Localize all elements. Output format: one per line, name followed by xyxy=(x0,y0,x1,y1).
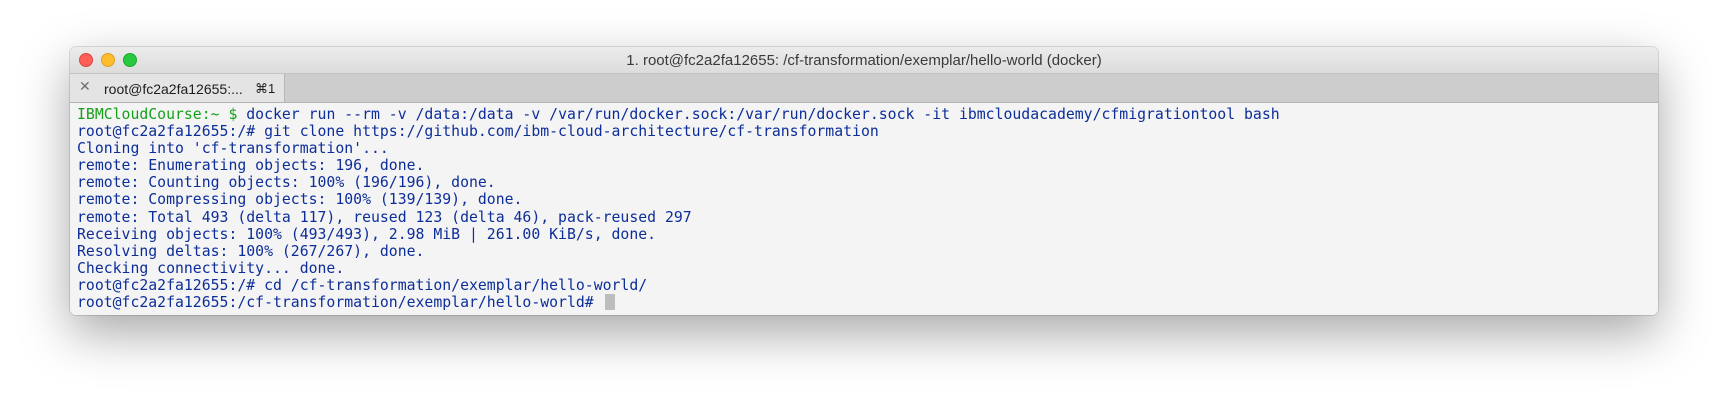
terminal-line: remote: Compressing objects: 100% (139/1… xyxy=(77,191,523,209)
tab-bar: ✕ root@fc2a2fa12655:... ⌘1 xyxy=(70,74,1658,103)
window-title: 1. root@fc2a2fa12655: /cf-transformation… xyxy=(626,52,1102,69)
terminal-line: root@fc2a2fa12655:/# cd /cf-transformati… xyxy=(77,276,648,294)
tab-label: root@fc2a2fa12655:... xyxy=(104,81,243,97)
terminal-line: root@fc2a2fa12655:/cf-transformation/exe… xyxy=(77,294,1651,311)
terminal-line: IBMCloudCourse:~ $ docker run --rm -v /d… xyxy=(77,106,1651,123)
title-bar[interactable]: 1. root@fc2a2fa12655: /cf-transformation… xyxy=(70,47,1658,74)
terminal-window: 1. root@fc2a2fa12655: /cf-transformation… xyxy=(70,47,1658,315)
shell-prompt: IBMCloudCourse:~ $ xyxy=(77,106,238,123)
text-cursor xyxy=(604,294,615,311)
close-tab-icon[interactable]: ✕ xyxy=(79,79,91,95)
shell-command: docker run --rm -v /data:/data -v /var/r… xyxy=(237,106,1280,123)
terminal-output[interactable]: IBMCloudCourse:~ $ docker run --rm -v /d… xyxy=(70,103,1658,315)
terminal-line: remote: Total 493 (delta 117), reused 12… xyxy=(77,208,692,226)
terminal-line: remote: Counting objects: 100% (196/196)… xyxy=(77,174,496,192)
terminal-line: Receiving objects: 100% (493/493), 2.98 … xyxy=(77,225,657,243)
terminal-line: remote: Enumerating objects: 196, done. xyxy=(77,157,425,175)
terminal-line: Cloning into 'cf-transformation'... xyxy=(77,140,389,158)
terminal-line: Checking connectivity... done. xyxy=(77,259,345,277)
current-prompt: root@fc2a2fa12655:/cf-transformation/exe… xyxy=(77,294,603,312)
tab-session-1[interactable]: ✕ root@fc2a2fa12655:... ⌘1 xyxy=(70,74,285,102)
tab-shortcut: ⌘1 xyxy=(255,81,276,96)
terminal-line: root@fc2a2fa12655:/# git clone https://g… xyxy=(77,123,879,141)
terminal-line: Resolving deltas: 100% (267/267), done. xyxy=(77,242,425,260)
